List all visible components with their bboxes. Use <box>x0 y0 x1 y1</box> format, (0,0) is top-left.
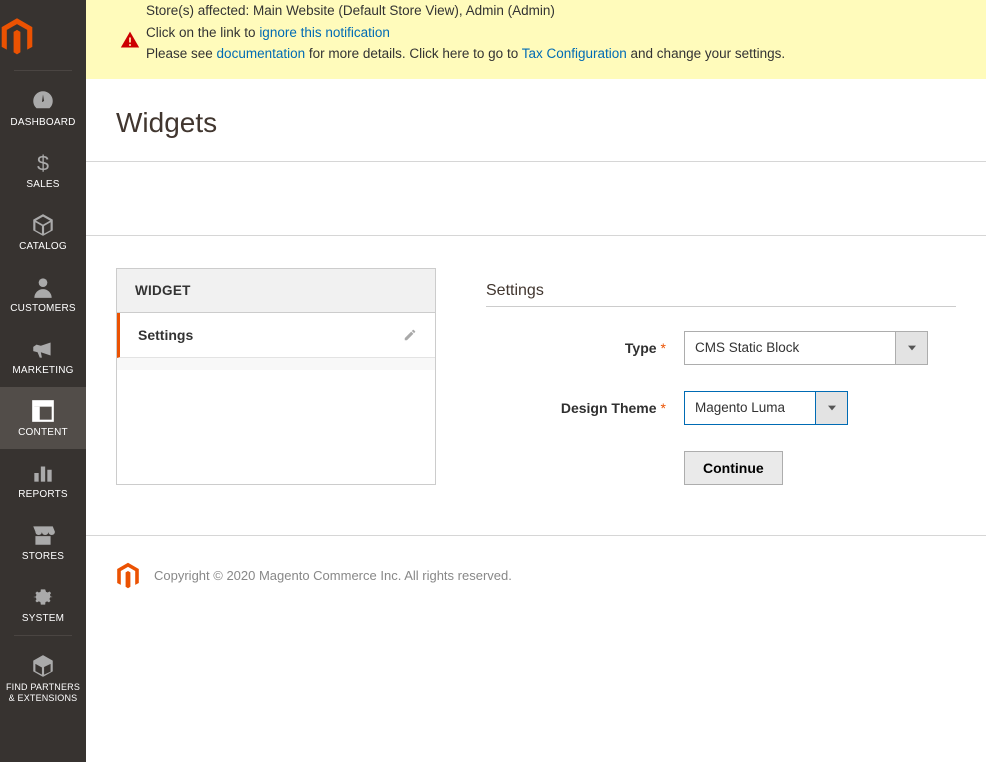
nav-content[interactable]: CONTENT <box>0 387 86 449</box>
type-select[interactable]: CMS Static Block <box>684 331 928 365</box>
gauge-icon <box>30 89 56 113</box>
theme-label: Design Theme* <box>486 400 684 416</box>
page-title: Widgets <box>116 107 986 139</box>
section-rule <box>486 306 956 307</box>
theme-row: Design Theme* Magento Luma <box>486 391 956 425</box>
nav-marketing-label: MARKETING <box>12 365 73 377</box>
footer: Copyright © 2020 Magento Commerce Inc. A… <box>86 535 986 616</box>
nav-stores[interactable]: STORES <box>0 511 86 573</box>
panel-footer <box>117 358 435 370</box>
nav-divider <box>14 635 72 636</box>
svg-text:$: $ <box>37 151 49 176</box>
gear-icon <box>30 585 56 609</box>
cube-icon <box>30 654 56 678</box>
nav-reports[interactable]: REPORTS <box>0 449 86 511</box>
dollar-icon: $ <box>30 151 56 175</box>
nav-extensions-label: FIND PARTNERS & EXTENSIONS <box>2 682 84 704</box>
warning-icon <box>120 30 140 50</box>
nav-stores-label: STORES <box>22 551 64 563</box>
type-select-toggle[interactable] <box>896 331 928 365</box>
nav-catalog-label: CATALOG <box>19 241 67 253</box>
type-label: Type* <box>486 340 684 356</box>
theme-select-toggle[interactable] <box>816 391 848 425</box>
type-select-value: CMS Static Block <box>684 331 896 365</box>
widget-panel-settings-label: Settings <box>138 327 193 343</box>
nav-sales-label: SALES <box>26 179 59 191</box>
settings-title: Settings <box>486 282 956 300</box>
continue-button[interactable]: Continue <box>684 451 783 485</box>
widget-side-panel: WIDGET Settings <box>116 268 436 485</box>
theme-select[interactable]: Magento Luma <box>684 391 848 425</box>
nav-divider <box>14 70 72 71</box>
required-mark: * <box>661 400 666 416</box>
nav-content-label: CONTENT <box>18 427 68 439</box>
layout-icon <box>30 399 56 423</box>
nav-reports-label: REPORTS <box>18 489 68 501</box>
nav-dashboard[interactable]: DASHBOARD <box>0 77 86 139</box>
nav-customers[interactable]: CUSTOMERS <box>0 263 86 325</box>
settings-form: Settings Type* CMS Static Block Design T… <box>436 268 986 485</box>
toolbar-area <box>86 161 986 236</box>
pencil-icon <box>403 328 417 342</box>
ignore-notification-link[interactable]: ignore this notification <box>259 25 390 40</box>
notice-line2: Click on the link to ignore this notific… <box>146 22 970 44</box>
nav-sales[interactable]: $ SALES <box>0 139 86 201</box>
widget-panel-header: WIDGET <box>117 269 435 313</box>
nav-extensions[interactable]: FIND PARTNERS & EXTENSIONS <box>0 642 86 714</box>
nav-dashboard-label: DASHBOARD <box>10 117 75 129</box>
documentation-link[interactable]: documentation <box>217 46 306 61</box>
system-notice: Store(s) affected: Main Website (Default… <box>86 0 986 79</box>
magento-logo-footer <box>116 562 140 590</box>
nav-catalog[interactable]: CATALOG <box>0 201 86 263</box>
store-icon <box>30 523 56 547</box>
theme-select-value: Magento Luma <box>684 391 816 425</box>
box-icon <box>30 213 56 237</box>
type-row: Type* CMS Static Block <box>486 331 956 365</box>
notice-line3: Please see documentation for more detail… <box>146 43 970 65</box>
nav-system-label: SYSTEM <box>22 613 64 625</box>
bars-icon <box>30 461 56 485</box>
magento-logo[interactable] <box>0 0 86 70</box>
notice-line1: Store(s) affected: Main Website (Default… <box>146 0 970 22</box>
person-icon <box>30 275 56 299</box>
form-layout: WIDGET Settings Settings Type* CMS Stati… <box>86 268 986 535</box>
admin-sidebar: DASHBOARD $ SALES CATALOG CUSTOMERS MARK… <box>0 0 86 762</box>
megaphone-icon <box>30 337 56 361</box>
nav-customers-label: CUSTOMERS <box>10 303 76 315</box>
nav-system[interactable]: SYSTEM <box>0 573 86 635</box>
tax-config-link[interactable]: Tax Configuration <box>522 46 627 61</box>
nav-marketing[interactable]: MARKETING <box>0 325 86 387</box>
main-content: Store(s) affected: Main Website (Default… <box>86 0 986 535</box>
widget-panel-settings[interactable]: Settings <box>117 313 435 358</box>
footer-copyright: Copyright © 2020 Magento Commerce Inc. A… <box>154 568 512 583</box>
required-mark: * <box>661 340 666 356</box>
